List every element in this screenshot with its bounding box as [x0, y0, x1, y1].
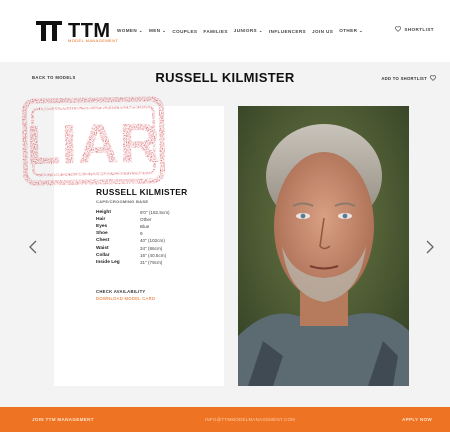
nav-item-families[interactable]: FAMILIES: [203, 29, 227, 34]
nav-item-couples[interactable]: COUPLES: [172, 29, 197, 34]
model-subtitle: CAPE/CROOMING BASE: [96, 199, 149, 204]
apply-now-link[interactable]: APPLY NOW: [402, 417, 432, 422]
stamp-text: LIAR: [26, 111, 162, 176]
stats-table: Height 6'0" (182.5cm) Hair Other Eyes Bl…: [96, 209, 216, 266]
add-to-shortlist-label: ADD TO SHORTLIST: [381, 75, 427, 81]
stat-label: Collar: [96, 252, 110, 258]
shortlist-link[interactable]: SHORTLIST: [395, 26, 434, 32]
model-name: RUSSELL KILMISTER: [96, 187, 188, 197]
logo-subtitle: MODEL MANAGEMENT: [68, 38, 119, 43]
stat-row: Height 6'0" (182.5cm): [96, 209, 216, 216]
heart-icon: [430, 75, 436, 81]
stat-row: Shoe 9: [96, 230, 216, 237]
footer-email[interactable]: INFO@TTMMODELMANAGEMENT.COM: [205, 417, 295, 422]
liar-stamp: LIAR: [21, 96, 166, 186]
nav-item-men[interactable]: MEN ⌄: [149, 28, 166, 34]
stat-row: Hair Other: [96, 216, 216, 223]
stat-value: 40" (102cm): [140, 238, 165, 244]
stat-row: Eyes Blue: [96, 223, 216, 230]
heart-icon: [395, 26, 402, 32]
stat-row: Chest 40" (102cm): [96, 237, 216, 244]
model-photo: [238, 106, 409, 386]
check-availability-link[interactable]: CHECK AVAILABILITY: [96, 289, 146, 294]
shortlist-label: SHORTLIST: [404, 26, 434, 32]
portrait-image: [238, 106, 409, 386]
site-footer: JOIN TTM MANAGEMENT INFO@TTMMODELMANAGEM…: [0, 407, 450, 432]
stat-value: 9: [140, 231, 143, 237]
next-model-arrow-icon[interactable]: [425, 240, 435, 254]
nav-item-join-us[interactable]: JOIN US: [312, 29, 333, 34]
stat-value: 34" (86cm): [140, 245, 163, 251]
stat-value: 31" (79cm): [140, 259, 163, 265]
stat-row: Collar 16" (40.5cm): [96, 252, 216, 259]
nav-item-women[interactable]: WOMEN ⌄: [117, 28, 143, 34]
stat-label: Inside Leg: [96, 259, 120, 265]
stat-value: 16" (40.5cm): [140, 252, 167, 258]
stat-value: 6'0" (182.5cm): [140, 210, 170, 216]
previous-model-arrow-icon[interactable]: [28, 240, 38, 254]
ttm-logo-icon: [36, 21, 62, 41]
nav-item-influencers[interactable]: INFLUENCERS: [269, 29, 306, 34]
stat-label: Waist: [96, 245, 109, 251]
stat-label: Height: [96, 210, 111, 216]
stat-row: Waist 34" (86cm): [96, 244, 216, 251]
stat-label: Shoe: [96, 231, 108, 237]
stat-value: Blue: [140, 224, 150, 230]
main-nav: WOMEN ⌄ MEN ⌄ COUPLES FAMILIES JUNIORS ⌄…: [117, 26, 363, 36]
stat-value: Other: [140, 217, 152, 223]
stat-label: Eyes: [96, 224, 108, 230]
stat-label: Chest: [96, 238, 110, 244]
add-to-shortlist-button[interactable]: ADD TO SHORTLIST: [381, 75, 436, 81]
stat-row: Inside Leg 31" (79cm): [96, 259, 216, 266]
nav-item-other[interactable]: OTHER ⌄: [339, 28, 363, 34]
nav-item-juniors[interactable]: JUNIORS ⌄: [234, 28, 263, 34]
site-header: TTM MODEL MANAGEMENT WOMEN ⌄ MEN ⌄ COUPL…: [0, 0, 450, 62]
stat-label: Hair: [96, 217, 106, 223]
join-ttm-link[interactable]: JOIN TTM MANAGEMENT: [32, 417, 94, 422]
download-model-card-link[interactable]: DOWNLOAD MODEL CARD: [96, 296, 155, 301]
